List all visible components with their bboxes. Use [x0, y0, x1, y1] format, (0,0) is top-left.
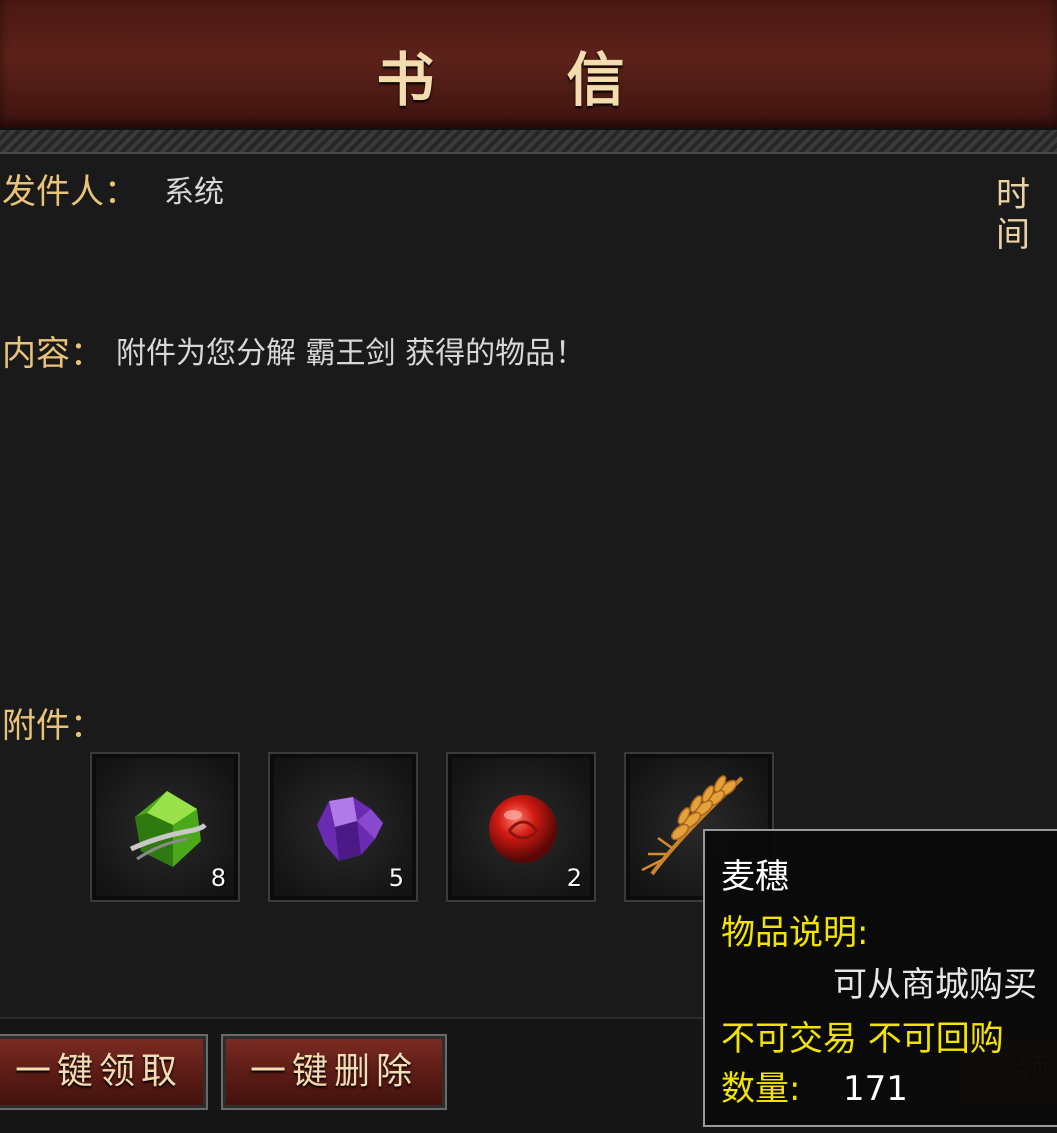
item-count: 8 — [210, 864, 226, 892]
item-tooltip: 麦穗 物品说明: 可从商城购买 不可交易 不可回购 数量: 171 — [703, 829, 1057, 1127]
item-count: 2 — [566, 864, 582, 892]
tooltip-quantity-label: 数量: — [721, 1069, 801, 1109]
tooltip-desc-text: 可从商城购买 — [833, 965, 1037, 1005]
content-label: 内容： — [2, 334, 104, 374]
decorative-divider — [0, 128, 1057, 154]
time-label: 时间 — [996, 175, 1030, 255]
purple-crystal-icon — [317, 797, 383, 861]
claim-all-button[interactable]: 一键领取 — [0, 1034, 208, 1110]
item-count: 5 — [388, 864, 404, 892]
page-title: 书 信 — [376, 46, 681, 114]
attachment-slot[interactable]: 5 — [268, 752, 418, 902]
green-gem-icon — [129, 791, 207, 867]
title-bar: 书 信 — [0, 0, 1057, 128]
content-text: 附件为您分解 霸王剑 获得的物品！ — [116, 336, 586, 371]
tooltip-quantity-value: 171 — [843, 1069, 908, 1109]
red-orb-icon — [489, 795, 557, 863]
tooltip-item-name: 麦穗 — [721, 857, 789, 897]
tooltip-desc-label: 物品说明: — [721, 913, 869, 953]
attachment-slot[interactable]: 2 — [446, 752, 596, 902]
attachment-slot[interactable]: 8 — [90, 752, 240, 902]
sender-label: 发件人： — [2, 172, 138, 212]
attachments-label: 附件： — [2, 706, 104, 746]
delete-all-button[interactable]: 一键删除 — [221, 1034, 447, 1110]
tooltip-restrictions: 不可交易 不可回购 — [721, 1019, 1004, 1059]
sender-value: 系统 — [164, 175, 224, 210]
